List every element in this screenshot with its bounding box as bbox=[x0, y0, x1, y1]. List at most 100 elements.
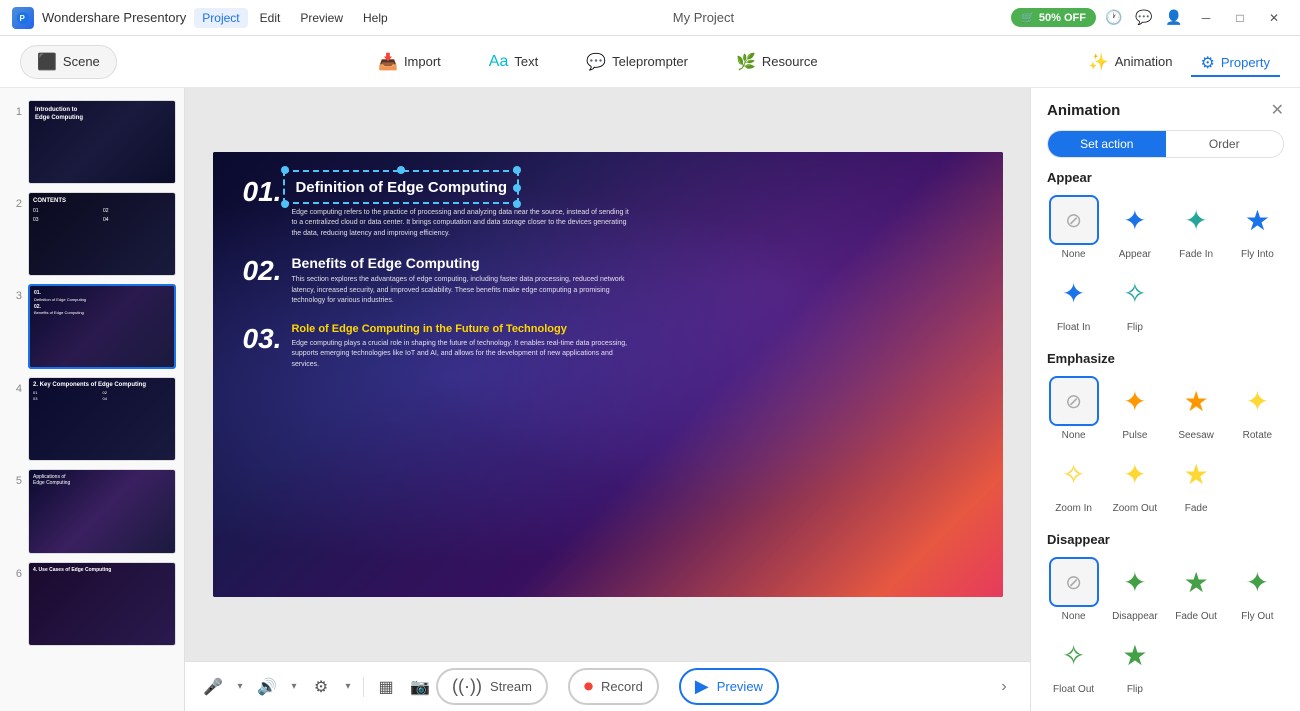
speaker-icon[interactable]: 🔊 bbox=[251, 671, 283, 703]
nav-next-icon[interactable]: › bbox=[990, 673, 1018, 701]
tab-set-action[interactable]: Set action bbox=[1048, 131, 1166, 157]
message-icon[interactable]: 💬 bbox=[1134, 8, 1154, 28]
titlebar-menu: Project Edit Preview Help bbox=[194, 8, 395, 28]
slide-item-3[interactable]: 3 01. Definition of Edge Computing 02. B… bbox=[0, 280, 184, 373]
disapp-fade-out-icon[interactable]: ★ bbox=[1171, 557, 1221, 607]
menu-preview[interactable]: Preview bbox=[292, 8, 351, 28]
emph-pulse-icon[interactable]: ✦ bbox=[1110, 376, 1160, 426]
stream-button[interactable]: ((·)) Stream bbox=[436, 668, 548, 705]
scene-icon: ⬛ bbox=[37, 52, 57, 72]
resource-button[interactable]: 🌿 Resource bbox=[728, 46, 826, 78]
slide-item-1[interactable]: 1 Introduction toEdge Computing bbox=[0, 96, 184, 188]
appear-fade-in-icon[interactable]: ✦ bbox=[1171, 195, 1221, 245]
appear-title: Appear bbox=[1047, 170, 1284, 185]
canvas-wrap[interactable]: 01. bbox=[185, 88, 1030, 661]
emph-rotate-icon[interactable]: ✦ bbox=[1232, 376, 1282, 426]
disapp-disappear[interactable]: ✦ Disappear bbox=[1108, 557, 1161, 622]
animation-button[interactable]: ✨ Animation bbox=[1079, 46, 1183, 78]
camera-icon[interactable]: 📷 bbox=[404, 671, 436, 703]
emph-fade[interactable]: ★ Fade bbox=[1170, 449, 1223, 514]
section-03-body: Edge computing plays a crucial role in s… bbox=[291, 339, 631, 371]
appear-appear-icon[interactable]: ✦ bbox=[1110, 195, 1160, 245]
appear-fade-in[interactable]: ✦ Fade In bbox=[1170, 195, 1223, 260]
preview-button[interactable]: ▶ Preview bbox=[679, 668, 779, 705]
disapp-float-out[interactable]: ✧ Float Out bbox=[1047, 630, 1100, 695]
slide-thumb-4[interactable]: 2. Key Components of Edge Computing 0102… bbox=[28, 377, 176, 461]
appear-flip-icon[interactable]: ✧ bbox=[1110, 268, 1160, 318]
slide-thumb-5[interactable]: Applications ofEdge Computing bbox=[28, 469, 176, 553]
slide-thumb-6[interactable]: 4. Use Cases of Edge Computing bbox=[28, 562, 176, 646]
section-01-title[interactable]: Definition of Edge Computing bbox=[291, 176, 511, 200]
clock-icon[interactable]: 🕐 bbox=[1104, 8, 1124, 28]
appear-none-icon[interactable]: ⊘ bbox=[1049, 195, 1099, 245]
record-button[interactable]: ⏺ Record bbox=[568, 668, 659, 705]
promo-button[interactable]: 🛒 50% OFF bbox=[1011, 8, 1096, 27]
appear-fly-into-icon[interactable]: ★ bbox=[1232, 195, 1282, 245]
slide-item-2[interactable]: 2 CONTENTS 01020304 bbox=[0, 188, 184, 280]
settings-chevron[interactable]: ▾ bbox=[339, 671, 357, 703]
emph-fade-icon[interactable]: ★ bbox=[1171, 449, 1221, 499]
disapp-flip-icon[interactable]: ★ bbox=[1110, 630, 1160, 680]
slide-thumb-3[interactable]: 01. Definition of Edge Computing 02. Ben… bbox=[28, 284, 176, 369]
minimize-button[interactable]: ─ bbox=[1192, 8, 1220, 28]
emph-none-icon[interactable]: ⊘ bbox=[1049, 376, 1099, 426]
section-01-body: Edge computing refers to the practice of… bbox=[291, 208, 631, 240]
disapp-none-icon[interactable]: ⊘ bbox=[1049, 557, 1099, 607]
menu-project[interactable]: Project bbox=[194, 8, 247, 28]
emph-seesaw-icon[interactable]: ★ bbox=[1171, 376, 1221, 426]
slide-section-1[interactable]: 01. bbox=[243, 176, 973, 239]
emph-zoom-in-icon[interactable]: ✧ bbox=[1049, 449, 1099, 499]
animation-close-button[interactable]: ✕ bbox=[1271, 100, 1284, 120]
disapp-disappear-icon[interactable]: ✦ bbox=[1110, 557, 1160, 607]
emph-zoom-out[interactable]: ✦ Zoom Out bbox=[1108, 449, 1161, 514]
appear-section: Appear ⊘ None ✦ Appear ✦ bbox=[1031, 158, 1300, 339]
slide-thumb-1[interactable]: Introduction toEdge Computing bbox=[28, 100, 176, 184]
scene-button[interactable]: ⬛ Scene bbox=[20, 45, 117, 79]
emph-none[interactable]: ⊘ None bbox=[1047, 376, 1100, 441]
slide-item-5[interactable]: 5 Applications ofEdge Computing bbox=[0, 465, 184, 557]
appear-float-in-icon[interactable]: ✦ bbox=[1049, 268, 1099, 318]
teleprompter-button[interactable]: 💬 Teleprompter bbox=[578, 46, 696, 78]
disapp-flip[interactable]: ★ Flip bbox=[1108, 630, 1161, 695]
layout-icon[interactable]: ▦ bbox=[370, 671, 402, 703]
slide-section-3[interactable]: 03. Role of Edge Computing in the Future… bbox=[243, 323, 973, 371]
menu-help[interactable]: Help bbox=[355, 8, 396, 28]
slide-section-2[interactable]: 02. Benefits of Edge Computing This sect… bbox=[243, 255, 973, 307]
animation-panel: Animation ✕ Set action Order Appear ⊘ No… bbox=[1030, 88, 1300, 711]
disapp-fly-out-icon[interactable]: ✦ bbox=[1232, 557, 1282, 607]
appear-fly-into[interactable]: ★ Fly Into bbox=[1231, 195, 1284, 260]
import-button[interactable]: 📥 Import bbox=[370, 46, 449, 78]
disapp-fade-out[interactable]: ★ Fade Out bbox=[1170, 557, 1223, 622]
disapp-fly-out[interactable]: ✦ Fly Out bbox=[1231, 557, 1284, 622]
property-button[interactable]: ⚙ Property bbox=[1191, 47, 1280, 77]
disapp-fly-out-label: Fly Out bbox=[1241, 611, 1273, 622]
emph-zoom-out-icon[interactable]: ✦ bbox=[1110, 449, 1160, 499]
appear-appear[interactable]: ✦ Appear bbox=[1108, 195, 1161, 260]
user-icon[interactable]: 👤 bbox=[1164, 8, 1184, 28]
tab-order[interactable]: Order bbox=[1166, 131, 1284, 157]
disapp-float-out-icon[interactable]: ✧ bbox=[1049, 630, 1099, 680]
text-button[interactable]: Aa Text bbox=[481, 47, 546, 77]
emph-seesaw[interactable]: ★ Seesaw bbox=[1170, 376, 1223, 441]
emph-zoom-in[interactable]: ✧ Zoom In bbox=[1047, 449, 1100, 514]
emph-rotate[interactable]: ✦ Rotate bbox=[1231, 376, 1284, 441]
slide-content: 01. bbox=[213, 152, 1003, 597]
slide-item-4[interactable]: 4 2. Key Components of Edge Computing 01… bbox=[0, 373, 184, 465]
slide-canvas[interactable]: 01. bbox=[213, 152, 1003, 597]
appear-none[interactable]: ⊘ None bbox=[1047, 195, 1100, 260]
emphasize-section: Emphasize ⊘ None ✦ Pulse ★ bbox=[1031, 339, 1300, 520]
close-button[interactable]: ✕ bbox=[1260, 8, 1288, 28]
slide-thumb-2[interactable]: CONTENTS 01020304 bbox=[28, 192, 176, 276]
mic-chevron[interactable]: ▾ bbox=[231, 671, 249, 703]
maximize-button[interactable]: □ bbox=[1226, 8, 1254, 28]
disapp-none[interactable]: ⊘ None bbox=[1047, 557, 1100, 622]
appear-float-in[interactable]: ✦ Float In bbox=[1047, 268, 1100, 333]
property-label: Property bbox=[1221, 55, 1270, 70]
appear-flip[interactable]: ✧ Flip bbox=[1108, 268, 1161, 333]
slide-item-6[interactable]: 6 4. Use Cases of Edge Computing bbox=[0, 558, 184, 650]
speaker-chevron[interactable]: ▾ bbox=[285, 671, 303, 703]
mic-icon[interactable]: 🎤 bbox=[197, 671, 229, 703]
menu-edit[interactable]: Edit bbox=[252, 8, 289, 28]
settings-icon[interactable]: ⚙ bbox=[305, 671, 337, 703]
emph-pulse[interactable]: ✦ Pulse bbox=[1108, 376, 1161, 441]
